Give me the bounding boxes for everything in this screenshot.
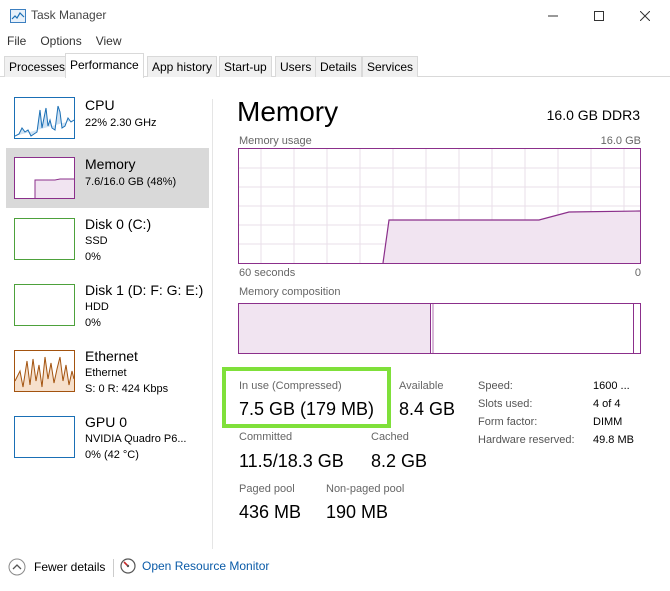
sidebar-name-memory: Memory: [85, 156, 136, 172]
composition-in-use: [239, 304, 431, 353]
tab-processes[interactable]: Processes: [4, 56, 71, 77]
sidebar-detail-cpu: 22% 2.30 GHz: [85, 117, 157, 129]
tab-app-history[interactable]: App history: [147, 56, 218, 77]
sidebar-detail-gpu-0-usage: 0% (42 °C): [85, 449, 139, 461]
footer: Fewer details Open Resource Monitor: [0, 547, 670, 591]
chevron-up-icon: [8, 558, 26, 576]
tab-details[interactable]: Details: [315, 56, 362, 77]
disk-0-thumbnail: [14, 218, 75, 260]
sidebar-item-memory[interactable]: Memory 7.6/16.0 GB (48%): [6, 148, 209, 208]
in-use-value: 7.5 GB (179 MB): [239, 399, 375, 419]
tab-strip: Processes Performance App history Start-…: [0, 53, 670, 78]
hardware-reserved-label: Hardware reserved:: [478, 434, 575, 446]
title-bar: Task Manager: [0, 0, 670, 31]
menu-bar: File Options View: [0, 31, 129, 53]
menu-options[interactable]: Options: [33, 31, 88, 53]
memory-composition-bar: [238, 303, 641, 354]
sidebar-detail-ethernet-adapter: Ethernet: [85, 367, 127, 379]
sidebar-name-disk-1: Disk 1 (D: F: G: E:): [85, 282, 204, 298]
paged-pool-value: 436 MB: [239, 502, 302, 522]
disk-1-thumbnail: [14, 284, 75, 326]
fewer-details-label: Fewer details: [34, 560, 106, 574]
sidebar-name-cpu: CPU: [85, 97, 115, 113]
sidebar-detail-disk-1-type: HDD: [85, 301, 109, 313]
hardware-reserved-value: 49.8 MB: [593, 434, 634, 446]
form-factor-label: Form factor:: [478, 416, 538, 428]
sidebar-item-gpu-0[interactable]: GPU 0 NVIDIA Quadro P6... 0% (42 °C): [6, 409, 209, 469]
in-use-label: In use (Compressed): [239, 380, 342, 392]
paged-pool-label: Paged pool: [239, 483, 295, 495]
memory-usage-graph: [238, 148, 641, 264]
sidebar-name-disk-0: Disk 0 (C:): [85, 216, 152, 232]
maximize-button[interactable]: [576, 0, 622, 31]
sidebar-item-disk-0[interactable]: Disk 0 (C:) SSD 0%: [6, 211, 209, 271]
sidebar-item-cpu[interactable]: CPU 22% 2.30 GHz: [6, 90, 209, 150]
maximize-icon: [594, 10, 604, 21]
committed-value: 11.5/18.3 GB: [239, 451, 344, 471]
memory-spec: 16.0 GB DDR3: [546, 107, 640, 123]
available-value: 8.4 GB: [399, 399, 456, 419]
open-resource-monitor-link[interactable]: Open Resource Monitor: [120, 558, 269, 574]
menu-file[interactable]: File: [0, 31, 33, 53]
window-title: Task Manager: [31, 8, 107, 22]
speed-label: Speed:: [478, 380, 513, 392]
sidebar-detail-ethernet-throughput: S: 0 R: 424 Kbps: [85, 383, 169, 395]
graph-time-right: 0: [634, 267, 641, 279]
sidebar-name-ethernet: Ethernet: [85, 348, 138, 364]
tab-services[interactable]: Services: [362, 56, 419, 77]
close-button[interactable]: [622, 0, 668, 31]
page-title: Memory: [237, 96, 339, 127]
sidebar-detail-disk-1-usage: 0%: [85, 317, 101, 329]
cached-value: 8.2 GB: [371, 451, 428, 471]
tab-start-up[interactable]: Start-up: [219, 56, 272, 77]
form-factor-value: DIMM: [593, 416, 623, 428]
tab-users[interactable]: Users: [275, 56, 317, 77]
memory-thumbnail: [14, 157, 75, 199]
ethernet-thumbnail: [14, 350, 75, 392]
speed-value: 1600 ...: [593, 380, 630, 392]
sidebar-detail-memory: 7.6/16.0 GB (48%): [85, 176, 177, 188]
resource-monitor-icon: [120, 558, 136, 574]
cpu-thumbnail: [14, 97, 75, 139]
open-resource-monitor-label: Open Resource Monitor: [142, 559, 270, 573]
composition-standby-edge: [633, 304, 634, 353]
footer-separator: [113, 559, 114, 577]
memory-usage-label: Memory usage: [239, 135, 312, 147]
gpu-0-thumbnail: [14, 416, 75, 458]
fewer-details-button[interactable]: Fewer details: [8, 558, 105, 576]
available-label: Available: [399, 380, 444, 392]
sidebar-item-ethernet[interactable]: Ethernet Ethernet S: 0 R: 424 Kbps: [6, 343, 209, 403]
sidebar-item-disk-1[interactable]: Disk 1 (D: F: G: E:) HDD 0%: [6, 277, 209, 337]
task-manager-icon: [10, 9, 26, 23]
slots-used-value: 4 of 4: [593, 398, 621, 410]
non-paged-pool-value: 190 MB: [326, 502, 389, 522]
menu-view[interactable]: View: [89, 31, 129, 53]
close-icon: [640, 10, 650, 21]
sidebar-name-gpu-0: GPU 0: [85, 414, 128, 430]
memory-usage-max: 16.0 GB: [600, 135, 641, 147]
graph-time-left: 60 seconds: [239, 267, 296, 279]
minimize-button[interactable]: [530, 0, 576, 31]
sidebar-detail-gpu-0-model: NVIDIA Quadro P6...: [85, 433, 187, 445]
sidebar-detail-disk-0-type: SSD: [85, 235, 108, 247]
cached-label: Cached: [371, 431, 409, 443]
tab-performance[interactable]: Performance: [65, 53, 144, 78]
panel-divider: [212, 99, 213, 549]
non-paged-pool-label: Non-paged pool: [326, 483, 405, 495]
composition-modified: [432, 304, 434, 353]
slots-used-label: Slots used:: [478, 398, 533, 410]
minimize-icon: [548, 15, 558, 16]
memory-composition-label: Memory composition: [239, 286, 341, 298]
committed-label: Committed: [239, 431, 293, 443]
sidebar-detail-disk-0-usage: 0%: [85, 251, 101, 263]
